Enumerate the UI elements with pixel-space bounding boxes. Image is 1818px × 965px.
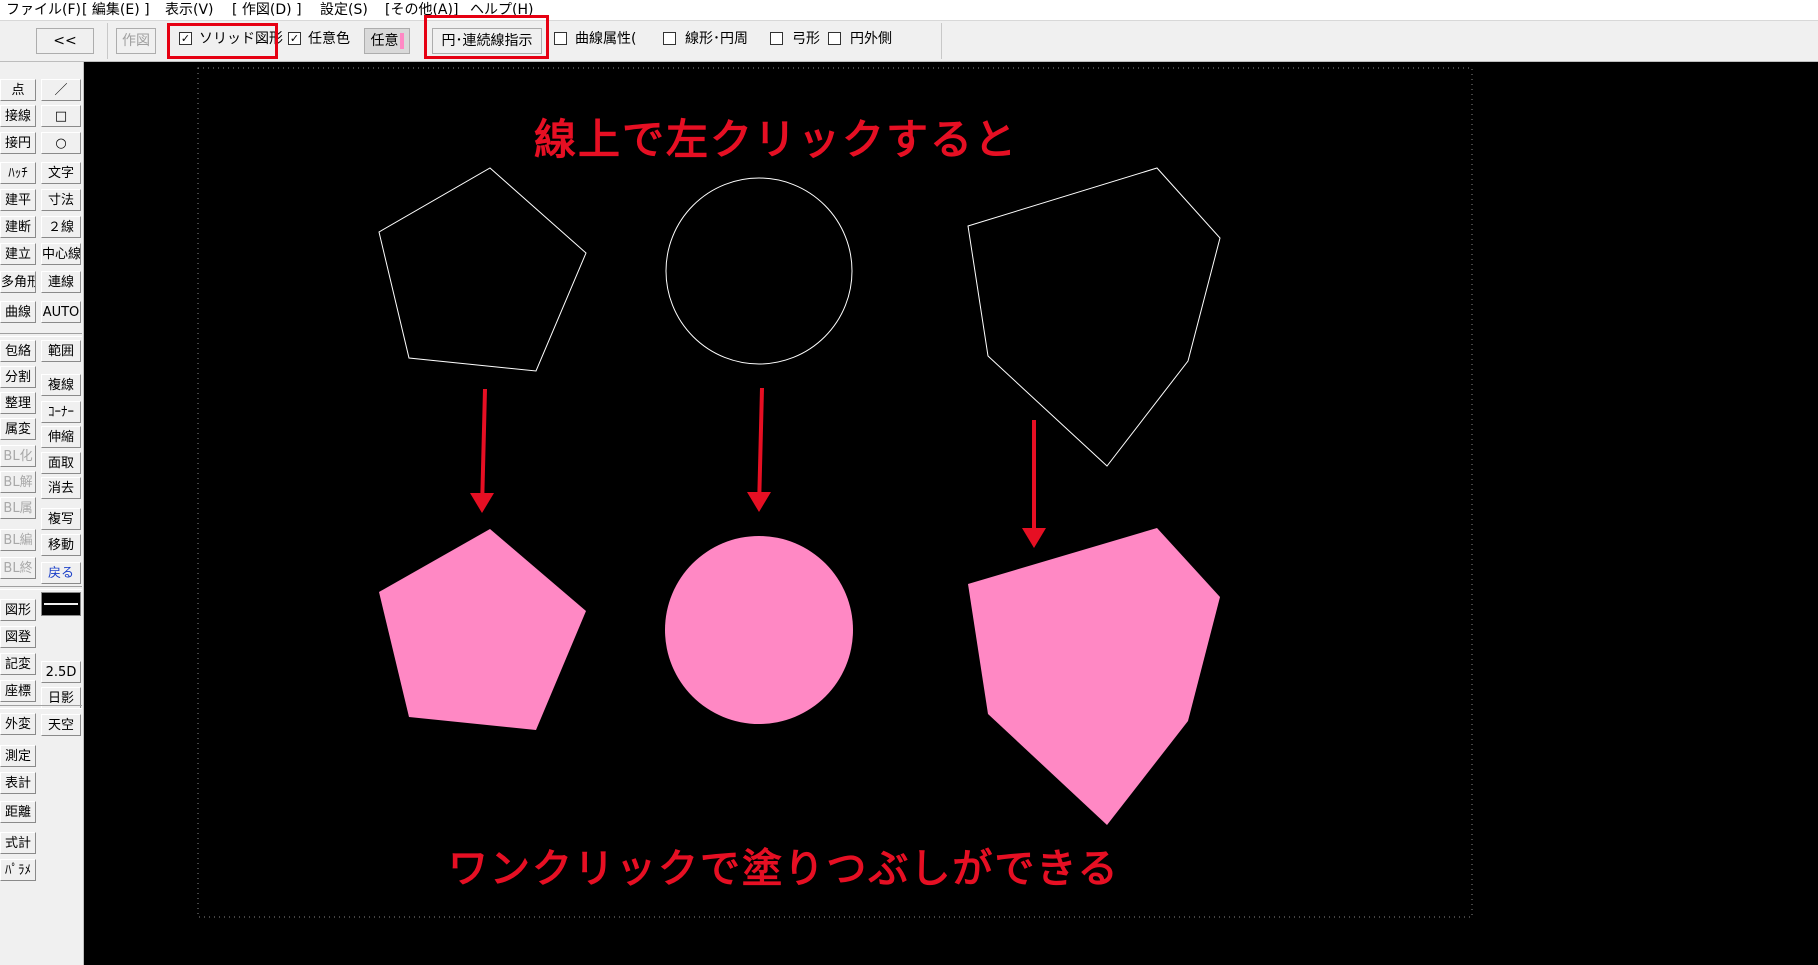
drawing-svg — [197, 67, 1473, 918]
palette-figure-register-button[interactable]: 図登 — [0, 626, 36, 648]
menu-settings[interactable]: 設定(S) — [320, 1, 368, 19]
polygon-outline[interactable] — [967, 167, 1221, 467]
drawing-canvas[interactable]: 線上で左クリックすると ワンクリックで塗りつぶしができる — [84, 62, 1818, 965]
palette-attribute-change-button[interactable]: 属変 — [0, 418, 36, 440]
palette-undo-button[interactable]: 戻る — [41, 562, 81, 584]
palette-double-line-button[interactable]: ２線 — [41, 216, 81, 238]
polygon-filled[interactable] — [968, 528, 1220, 825]
pentagon-outline[interactable] — [378, 167, 587, 372]
arrow-down-1 — [480, 388, 487, 510]
menu-edit[interactable]: [ 編集(E) ] — [82, 1, 150, 19]
palette-sky-view-button[interactable]: 天空 — [41, 714, 81, 736]
palette-external-change-button[interactable]: 外変 — [0, 713, 36, 735]
palette-point-button[interactable]: 点 — [0, 79, 36, 101]
menu-file[interactable]: ファイル(F) — [6, 1, 81, 19]
circle-continuous-button[interactable]: 円･連続線指示 — [432, 28, 542, 54]
palette-block-edit-button[interactable]: BL編 — [0, 529, 36, 551]
palette-auto-button[interactable]: AUTO — [41, 301, 81, 323]
palette-chamfer-button[interactable]: 面取 — [41, 452, 81, 474]
solid-label: ソリッド図形 — [199, 31, 283, 47]
toolbar: << 作図 ✓ ソリッド図形 ✓ 任意色 任意 円･連続線指示 曲線属性( 線形… — [0, 15, 1818, 62]
palette-formula-calc-button[interactable]: 式計 — [0, 832, 36, 854]
palette-figure-button[interactable]: 図形 — [0, 599, 36, 621]
palette-connect-line-button[interactable]: 連線 — [41, 271, 81, 293]
anycolor-checkbox[interactable]: ✓ — [288, 32, 301, 45]
palette-line-button[interactable]: ／ — [41, 79, 81, 101]
paper-frame — [197, 67, 1473, 918]
palette-copy-button[interactable]: 複写 — [41, 508, 81, 530]
menu-view[interactable]: 表示(V) — [165, 1, 214, 19]
toolbar-separator — [107, 23, 108, 59]
palette-parametric-button[interactable]: ﾊﾟﾗﾒ — [0, 859, 36, 881]
palette-curve-button[interactable]: 曲線 — [0, 301, 36, 323]
palette-measure-button[interactable]: 測定 — [0, 745, 36, 767]
linear-circle-checkbox[interactable] — [663, 32, 676, 45]
draw-button[interactable]: 作図 — [116, 28, 156, 54]
solid-checkbox[interactable]: ✓ — [179, 32, 192, 45]
palette-corner-button[interactable]: ｺｰﾅｰ — [41, 401, 81, 423]
circle-filled[interactable] — [665, 536, 853, 724]
linear-circle-label: 線形･円周 — [685, 31, 748, 47]
arrow-head-3 — [1022, 528, 1046, 548]
palette-block-explode-button[interactable]: BL解 — [0, 471, 36, 493]
caption-top: 線上で左クリックすると — [534, 115, 1019, 164]
palette-symbol-change-button[interactable]: 記変 — [0, 653, 36, 675]
palette-circle-button[interactable]: ○ — [41, 132, 81, 154]
palette-distance-button[interactable]: 距離 — [0, 801, 36, 823]
palette-arch-plan-button[interactable]: 建平 — [0, 189, 36, 211]
palette-move-button[interactable]: 移動 — [41, 534, 81, 556]
palette-center-line-button[interactable]: 中心線 — [41, 243, 81, 265]
menu-bar: ファイル(F) [ 編集(E) ] 表示(V) [ 作図(D) ] 設定(S) … — [0, 0, 1818, 21]
palette-divide-button[interactable]: 分割 — [0, 366, 36, 388]
curve-attr-label: 曲線属性( — [575, 31, 637, 47]
menu-help[interactable]: ヘルプ(H) — [470, 1, 533, 19]
palette-organize-button[interactable]: 整理 — [0, 392, 36, 414]
palette-table-calc-button[interactable]: 表計 — [0, 772, 36, 794]
palette-arch-section-button[interactable]: 建断 — [0, 216, 36, 238]
palette-hatch-button[interactable]: ﾊｯﾁ — [0, 162, 36, 184]
menu-other[interactable]: [その他(A)] — [385, 1, 458, 19]
anycolor-label: 任意色 — [308, 31, 350, 47]
palette-erase-button[interactable]: 消去 — [41, 477, 81, 499]
outer-circle-label: 円外側 — [850, 31, 892, 47]
arrow-head-2 — [747, 492, 771, 512]
palette-dimension-button[interactable]: 寸法 — [41, 189, 81, 211]
anycolor-button[interactable]: 任意 — [364, 28, 410, 54]
pentagon-filled[interactable] — [379, 529, 586, 730]
back-button[interactable]: << — [36, 28, 94, 54]
caption-bottom: ワンクリックで塗りつぶしができる — [448, 846, 1120, 892]
palette-arch-elevation-button[interactable]: 建立 — [0, 243, 36, 265]
palette-2-5d-button[interactable]: 2.5D — [41, 661, 81, 683]
palette-block-end-button[interactable]: BL終 — [0, 557, 36, 579]
palette-tangent-line-button[interactable]: 接線 — [0, 105, 36, 127]
outer-circle-checkbox[interactable] — [828, 32, 841, 45]
palette-offset-button[interactable]: 複線 — [41, 374, 81, 396]
palette-range-button[interactable]: 範囲 — [41, 340, 81, 362]
palette-block-attribute-button[interactable]: BL属 — [0, 497, 36, 519]
menu-draw[interactable]: [ 作図(D) ] — [232, 1, 302, 19]
curve-attr-checkbox[interactable] — [554, 32, 567, 45]
palette-envelope-button[interactable]: 包絡 — [0, 340, 36, 362]
line-width-stroke — [44, 603, 78, 605]
palette-divider — [0, 586, 82, 590]
palette-divider — [0, 333, 82, 337]
palette-polygon-button[interactable]: 多角形 — [0, 271, 36, 293]
palette-coordinates-button[interactable]: 座標 — [0, 680, 36, 702]
arrow-head-1 — [470, 493, 494, 513]
arrow-down-2 — [757, 387, 764, 509]
tool-palette: 点接線接円 ﾊｯﾁ 建平建断建立多角形曲線包絡分割整理属変 BL化 BL解 BL属 BL編 B… — [0, 62, 84, 965]
toolbar-separator — [941, 23, 942, 59]
anycolor-button-label: 任意 — [370, 33, 399, 49]
arc-checkbox[interactable] — [770, 32, 783, 45]
anycolor-swatch — [399, 33, 404, 49]
palette-divider — [0, 705, 82, 709]
palette-extend-button[interactable]: 伸縮 — [41, 426, 81, 448]
palette-tangent-circle-button[interactable]: 接円 — [0, 132, 36, 154]
palette-block-make-button[interactable]: BL化 — [0, 445, 36, 467]
circle-outline[interactable] — [665, 177, 853, 365]
palette-rectangle-button[interactable]: □ — [41, 105, 81, 127]
palette-text-button[interactable]: 文字 — [41, 162, 81, 184]
arc-label: 弓形 — [792, 31, 820, 47]
line-width-sample[interactable] — [41, 592, 81, 616]
